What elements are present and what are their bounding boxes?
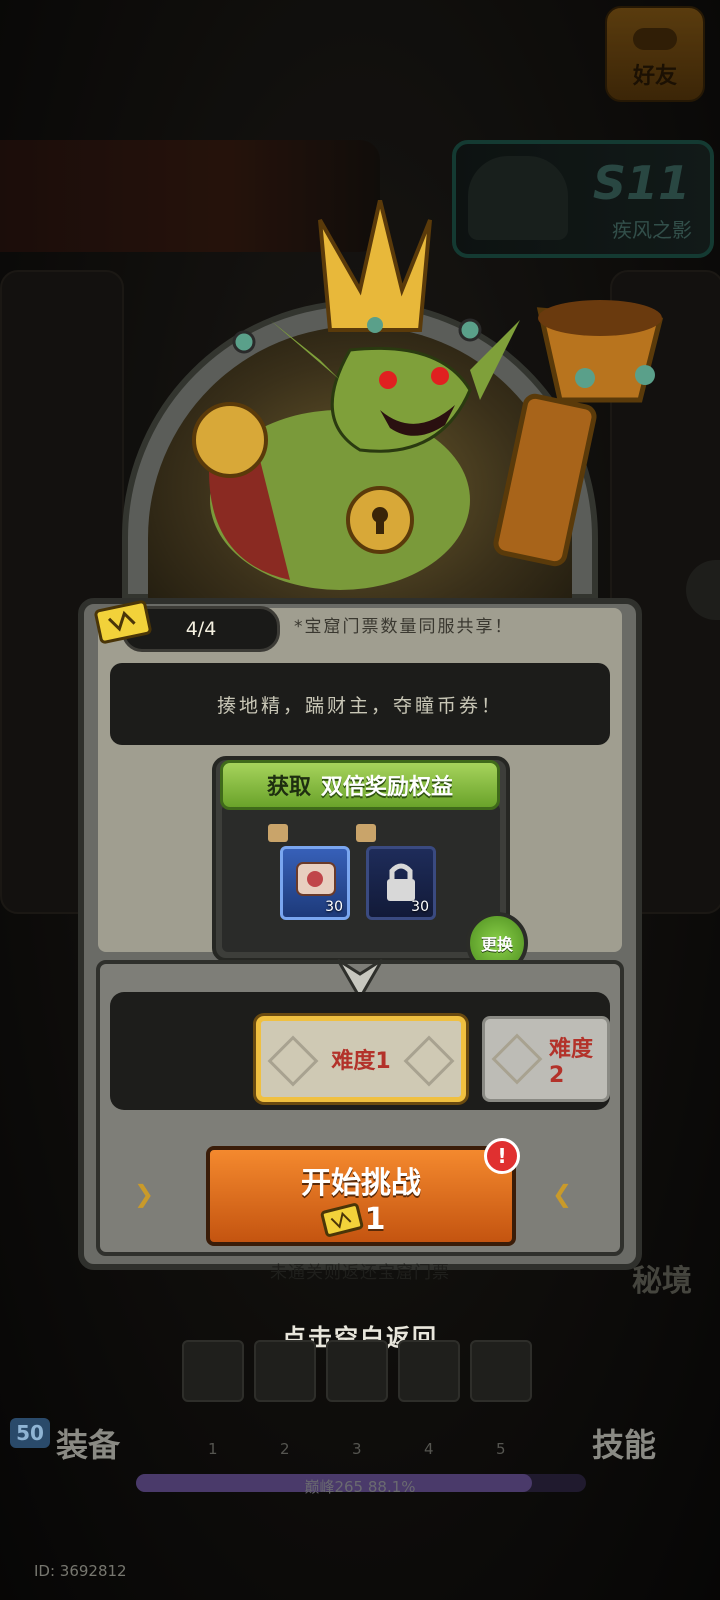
skill-slot[interactable] [470,1340,532,1402]
slot-number: 3 [352,1440,362,1458]
equipment-tab[interactable]: 装备 [56,1420,120,1466]
refund-note: 未通关则返还宝窟门票 [270,1263,450,1283]
goblin-king-boss-icon [192,200,664,590]
skill-slot[interactable] [326,1340,388,1402]
start-challenge-label: 开始挑战 [301,1166,421,1201]
diamond-pattern-icon [267,1035,319,1087]
user-id: ID: 3692812 [34,1562,127,1580]
reward-header-prefix: 获取 [266,775,311,800]
ticket-cost: 1 [364,1202,386,1237]
difficulty-label: 难度1 [331,1049,391,1074]
slot-number: 5 [496,1440,506,1458]
alert-badge-icon: ! [484,1138,520,1174]
skill-slot[interactable] [182,1340,244,1402]
slot-number: 2 [280,1440,290,1458]
skill-slot[interactable] [254,1340,316,1402]
skill-slot[interactable] [398,1340,460,1402]
double-reward-header[interactable]: 获取 双倍奖励权益 [220,760,500,810]
gift-icon [356,824,376,842]
difficulty-2-button[interactable]: 难度2 [482,1016,610,1102]
experience-text: 巅峰265 88.1% [304,1478,416,1496]
gift-icon [268,824,288,842]
right-arrow-icon: ❮ [552,1180,573,1208]
slot-number: 1 [208,1440,218,1458]
reward-item-ticket[interactable]: 30 [280,846,350,920]
difficulty-label: 难度2 [549,1036,594,1088]
skill-tab[interactable]: 技能 [592,1420,656,1466]
dungeon-description: 揍地精，踹财主，夺瞳币券！ [110,663,610,745]
left-arrow-icon: ❯ [134,1180,155,1208]
player-level-badge: 50 [10,1418,50,1448]
slot-number: 4 [424,1440,434,1458]
diamond-pattern-icon [403,1035,455,1087]
reward-item-locked[interactable]: 30 [366,846,436,920]
item-quantity: 30 [411,899,429,915]
shared-ticket-note: *宝窟门票数量同服共享！ [294,617,514,637]
item-quantity: 30 [325,899,343,915]
difficulty-1-button[interactable]: 难度1 [256,1016,466,1102]
diamond-pattern-icon [491,1033,543,1085]
reward-header-highlight: 双倍奖励权益 [321,775,454,800]
start-challenge-button[interactable]: 开始挑战 1 [206,1146,516,1246]
